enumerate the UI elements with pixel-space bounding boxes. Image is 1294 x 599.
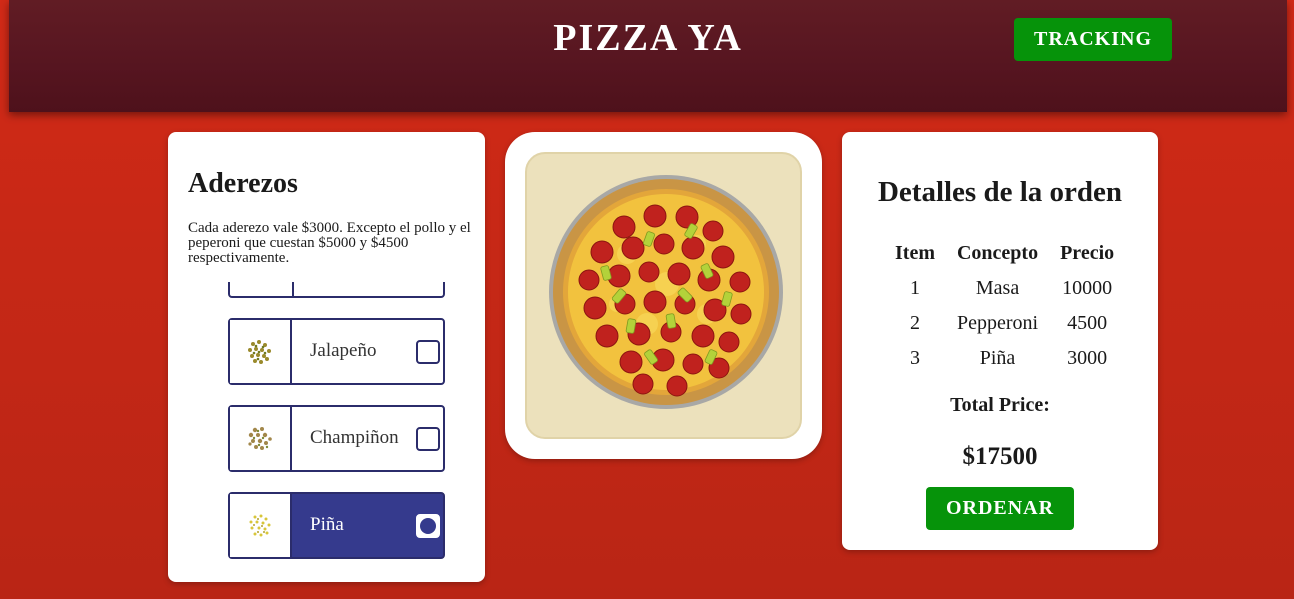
order-table: Item Concepto Precio 1 Masa 10000 2 Pepp…	[884, 238, 1125, 376]
table-row: 2 Pepperoni 4500	[884, 306, 1125, 341]
table-cell: Piña	[979, 347, 1016, 369]
order-details-panel: Detalles de la orden Item Concepto Preci…	[842, 132, 1158, 550]
pizza-icon	[549, 175, 783, 409]
table-row: 1 Masa 10000	[884, 271, 1125, 306]
toppings-heading: Aderezos	[188, 168, 298, 199]
topping-option-pineapple[interactable]: Piña	[228, 492, 445, 559]
table-cell: 1	[909, 277, 920, 299]
table-cell: Pepperoni	[956, 312, 1039, 334]
topping-option-partial[interactable]	[228, 282, 445, 298]
toppings-description: Cada aderezo vale $3000. Excepto el poll…	[188, 220, 471, 266]
toppings-panel: Aderezos Cada aderezo vale $3000. Except…	[168, 132, 485, 582]
total-price-value: $17500	[962, 443, 1038, 470]
topping-option-jalapeno[interactable]: Jalapeño	[228, 318, 445, 385]
topping-label: Piña	[310, 514, 344, 535]
table-cell: 10000	[1062, 277, 1113, 299]
table-cell: 2	[909, 312, 920, 334]
topping-label: Champiñon	[310, 427, 399, 448]
app-header: PIZZA YA TRACKING	[9, 0, 1287, 112]
topping-checkbox[interactable]	[416, 514, 440, 538]
pineapple-icon	[230, 494, 292, 557]
order-button[interactable]: ORDENAR	[926, 487, 1074, 530]
tracking-button[interactable]: TRACKING	[1014, 18, 1172, 61]
column-header: Item	[895, 242, 935, 264]
table-cell: Masa	[975, 277, 1020, 299]
table-cell: 4500	[1067, 312, 1108, 334]
column-header: Precio	[1060, 242, 1115, 264]
mushroom-icon	[230, 407, 292, 470]
topping-label: Jalapeño	[310, 340, 377, 361]
total-price-label: Total Price:	[950, 394, 1050, 416]
order-heading: Detalles de la orden	[877, 176, 1123, 208]
topping-checkbox[interactable]	[416, 427, 440, 451]
pizza-preview-card	[505, 132, 822, 459]
toppings-list[interactable]: Jalapeño Champiñon Piña	[168, 282, 485, 582]
table-header-row: Item Concepto Precio	[884, 238, 1125, 271]
column-header: Concepto	[956, 242, 1039, 264]
table-cell: 3000	[1067, 347, 1108, 369]
topping-checkbox[interactable]	[416, 340, 440, 364]
jalapeno-icon	[230, 320, 292, 383]
pizza-preview	[525, 152, 802, 439]
table-cell: 3	[909, 347, 920, 369]
table-row: 3 Piña 3000	[884, 341, 1125, 376]
topping-option-mushroom[interactable]: Champiñon	[228, 405, 445, 472]
